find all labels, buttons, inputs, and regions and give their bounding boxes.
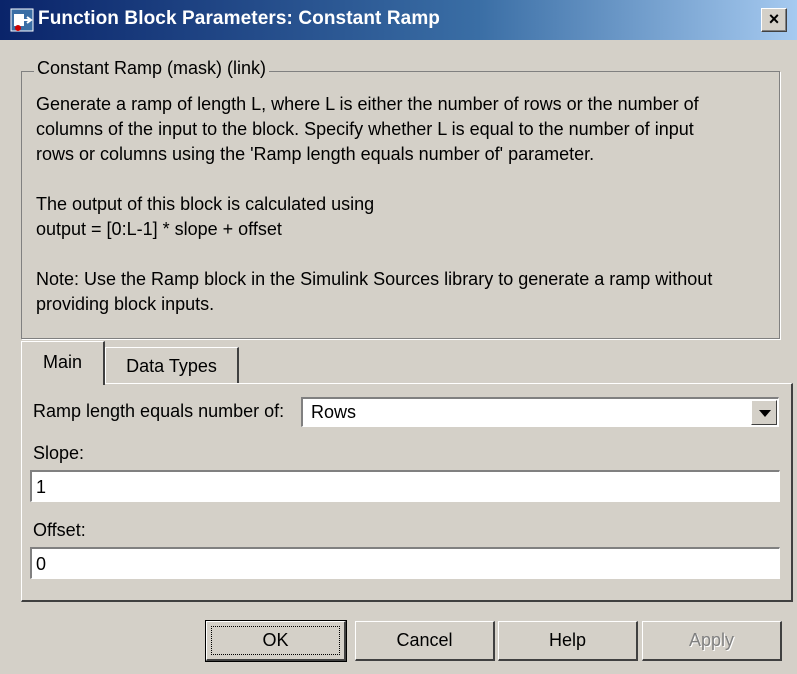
help-button-label: Help (548, 630, 587, 650)
title-bar: Function Block Parameters: Constant Ramp… (0, 0, 797, 40)
dropdown-button[interactable] (751, 400, 777, 425)
close-button[interactable]: × (761, 8, 787, 32)
ramp-length-label: Ramp length equals number of: (33, 401, 285, 421)
apply-button[interactable]: Apply (642, 621, 782, 661)
tab-strip: Main Data Types (21, 341, 781, 385)
offset-field[interactable]: 0 (30, 547, 780, 579)
simulink-block-icon (10, 8, 34, 32)
apply-button-label: Apply (688, 630, 735, 650)
mask-description-text: Generate a ramp of length L, where L is … (36, 94, 713, 314)
offset-label: Offset: (33, 520, 86, 540)
window-title: Function Block Parameters: Constant Ramp (38, 8, 441, 29)
cancel-button-label: Cancel (396, 630, 453, 650)
slope-field[interactable]: 1 (30, 470, 780, 502)
ramp-length-selected-value: Rows (311, 402, 357, 422)
ramp-length-select[interactable]: Rows (301, 397, 779, 427)
focus-rectangle (211, 626, 340, 655)
mask-description-group: Constant Ramp (mask) (link) Generate a r… (21, 58, 780, 339)
chevron-down-icon (759, 410, 771, 417)
mask-group-legend: Constant Ramp (mask) (link) (34, 58, 270, 79)
slope-label: Slope: (33, 443, 85, 463)
tab-data-types[interactable]: Data Types (105, 347, 239, 383)
help-button[interactable]: Help (498, 621, 638, 661)
ok-button[interactable]: OK (205, 620, 347, 662)
cancel-button[interactable]: Cancel (355, 621, 495, 661)
close-icon: × (768, 9, 780, 29)
tab-main[interactable]: Main (21, 341, 105, 385)
